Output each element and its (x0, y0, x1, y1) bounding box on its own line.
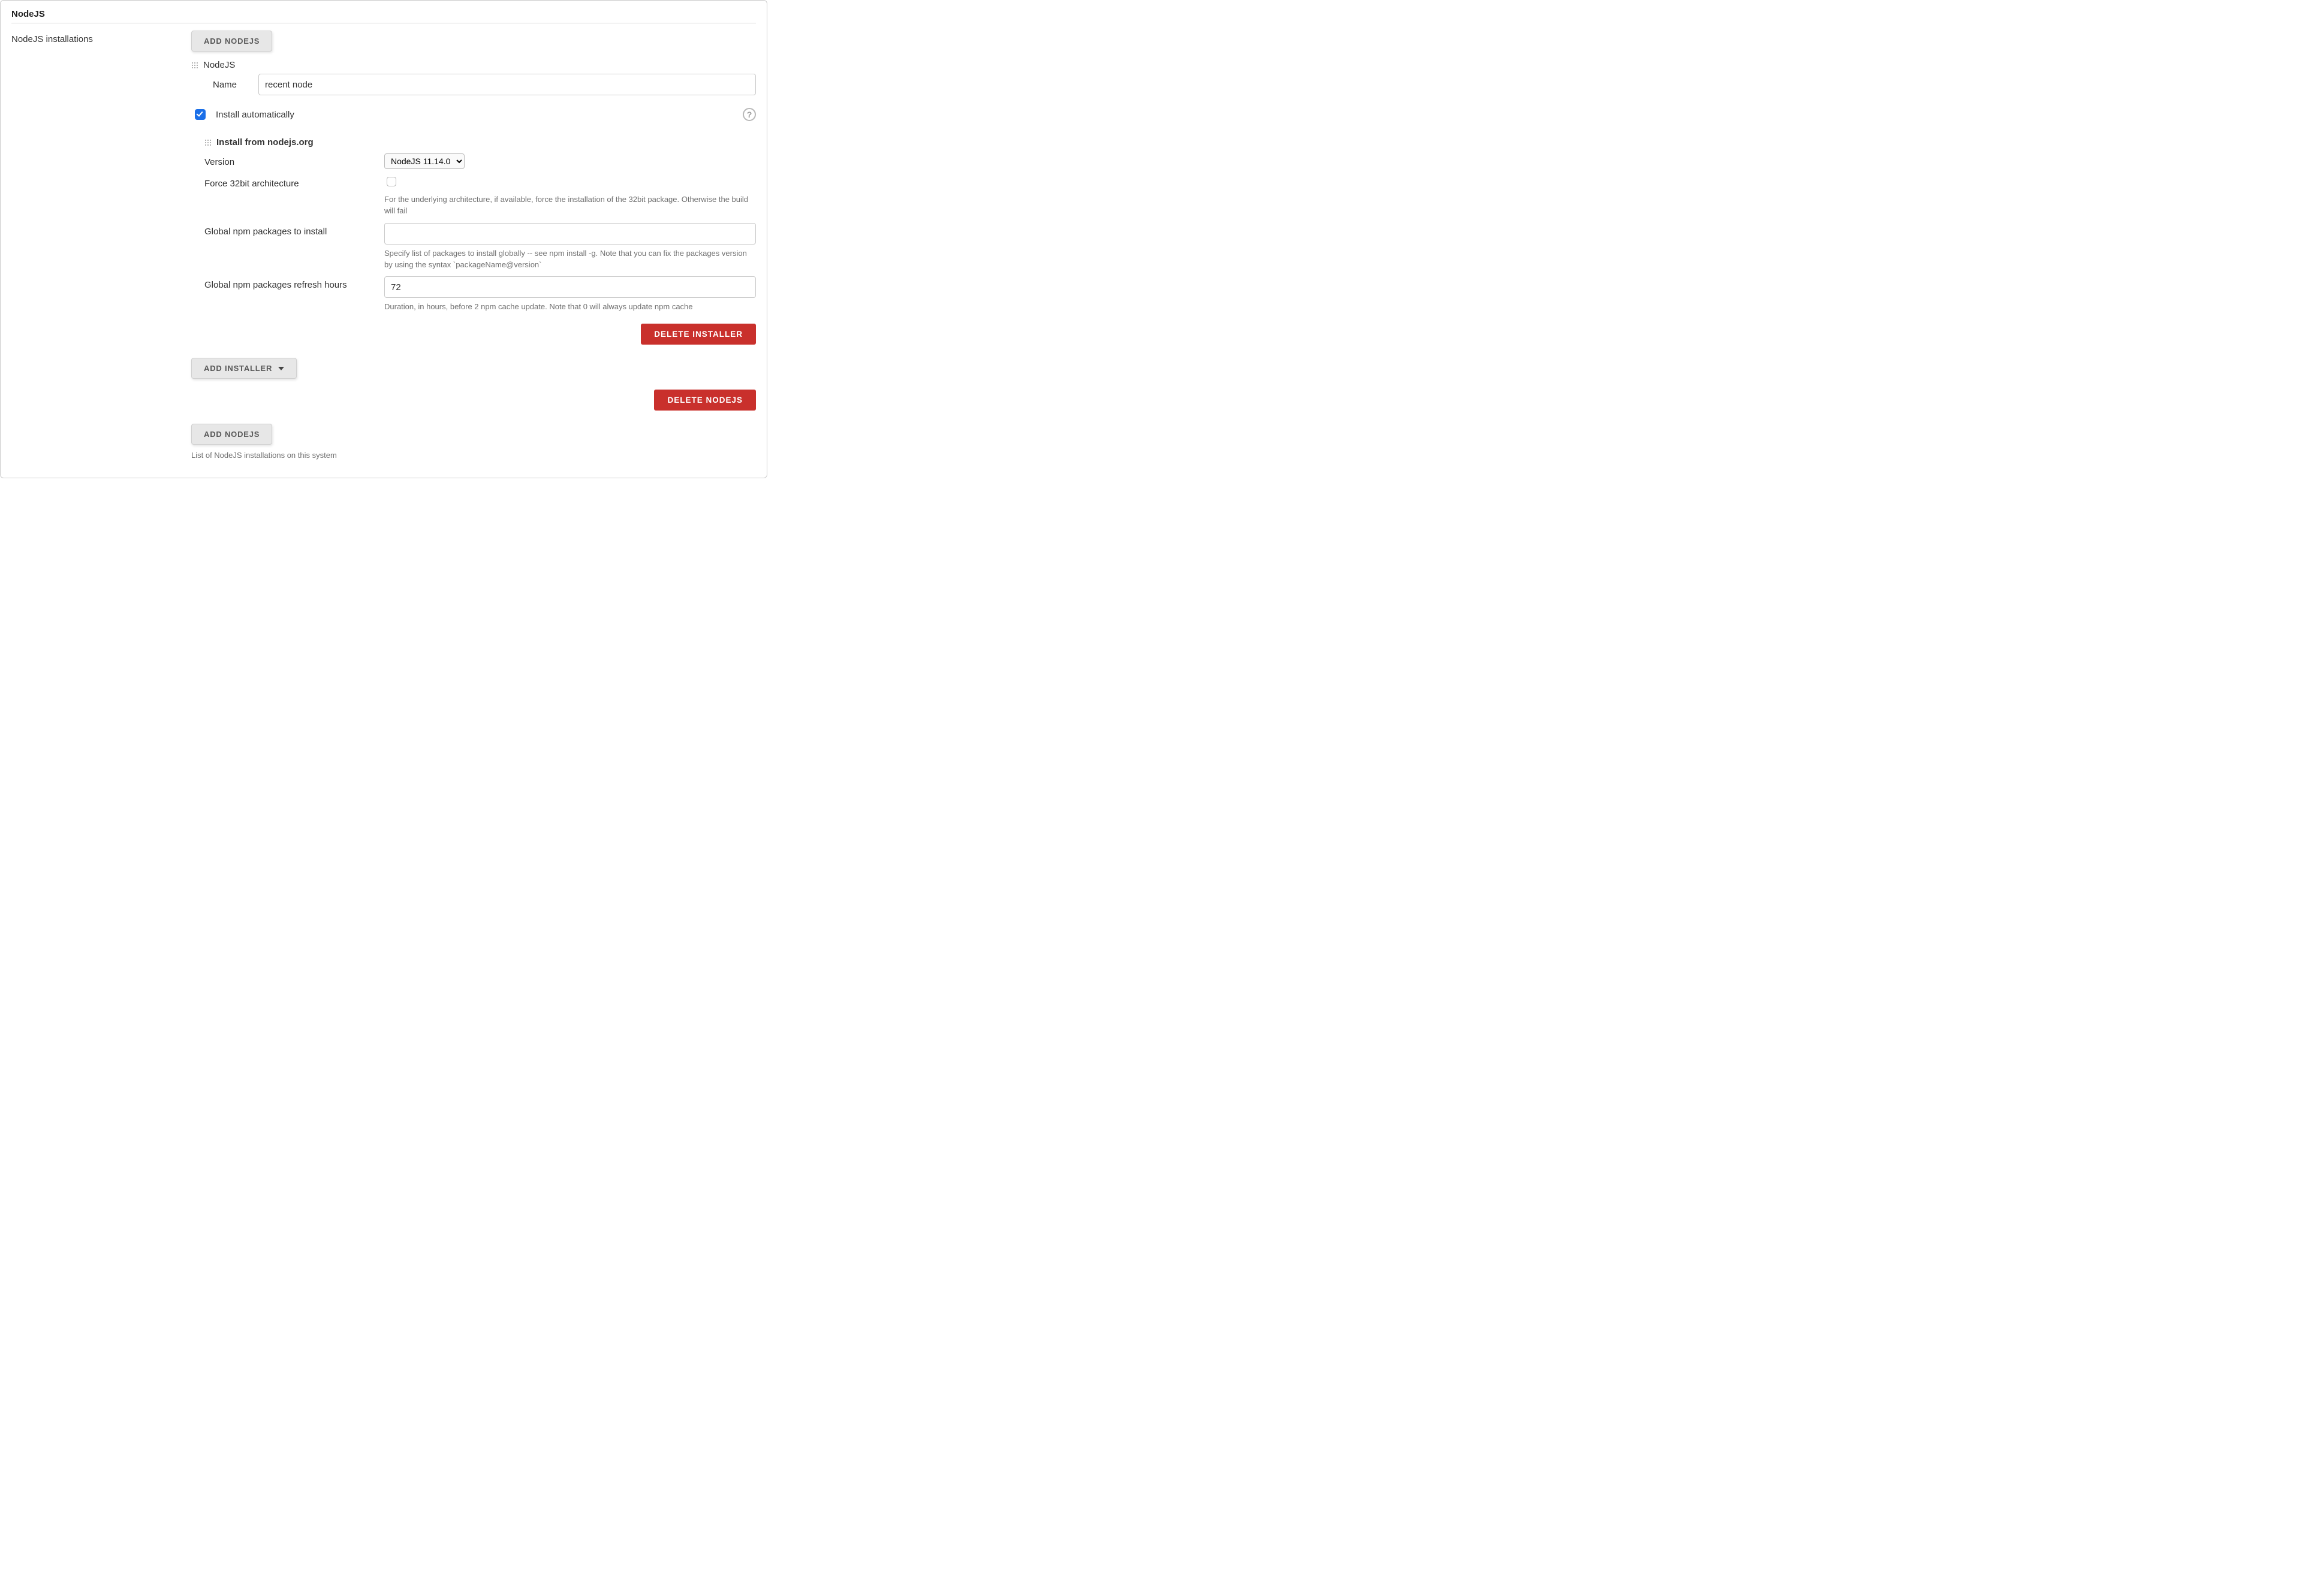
drag-handle-icon[interactable] (191, 62, 198, 69)
install-automatically-label: Install automatically (216, 110, 294, 120)
delete-nodejs-button[interactable]: DELETE NODEJS (654, 390, 756, 411)
refresh-hours-input[interactable] (384, 276, 756, 298)
installer-source-header: Install from nodejs.org (204, 137, 756, 147)
help-icon[interactable]: ? (743, 108, 756, 121)
add-nodejs-button-bottom[interactable]: ADD NODEJS (191, 424, 272, 445)
section-left-label: NodeJS installations (11, 31, 167, 460)
nodejs-name-input[interactable] (258, 74, 756, 95)
version-select[interactable]: NodeJS 11.14.0 (384, 153, 465, 169)
drag-handle-icon[interactable] (204, 139, 212, 146)
add-nodejs-bottom-label: ADD NODEJS (204, 430, 260, 439)
add-nodejs-button[interactable]: ADD NODEJS (191, 31, 272, 52)
nodejs-right-column: ADD NODEJS NodeJS Name Install automatic… (191, 31, 756, 460)
force-32bit-checkbox[interactable] (387, 177, 396, 186)
global-npm-packages-input[interactable] (384, 223, 756, 245)
force-32bit-help: For the underlying architecture, if avai… (384, 194, 756, 217)
add-installer-button[interactable]: ADD INSTALLER (191, 358, 297, 379)
installer-source-title: Install from nodejs.org (216, 137, 314, 147)
delete-installer-button[interactable]: DELETE INSTALLER (641, 324, 756, 345)
delete-installer-label: DELETE INSTALLER (654, 330, 743, 339)
add-nodejs-label: ADD NODEJS (204, 37, 260, 46)
installations-list-help: List of NodeJS installations on this sys… (191, 451, 756, 460)
name-label: Name (213, 80, 237, 90)
nodejs-config-panel: NodeJS NodeJS installations ADD NODEJS N… (0, 0, 767, 478)
refresh-hours-label: Global npm packages refresh hours (204, 276, 384, 290)
nodejs-entry-title: NodeJS (203, 60, 235, 70)
version-label: Version (204, 153, 384, 167)
nodejs-entry-header: NodeJS (191, 60, 756, 70)
add-installer-label: ADD INSTALLER (204, 364, 272, 373)
global-npm-packages-label: Global npm packages to install (204, 223, 384, 237)
force-32bit-label: Force 32bit architecture (204, 175, 384, 189)
chevron-down-icon (278, 367, 284, 370)
delete-nodejs-label: DELETE NODEJS (667, 396, 743, 405)
install-automatically-checkbox[interactable] (195, 109, 206, 120)
refresh-hours-help: Duration, in hours, before 2 npm cache u… (384, 301, 756, 313)
global-npm-packages-help: Specify list of packages to install glob… (384, 248, 756, 271)
section-title: NodeJS (11, 5, 756, 23)
